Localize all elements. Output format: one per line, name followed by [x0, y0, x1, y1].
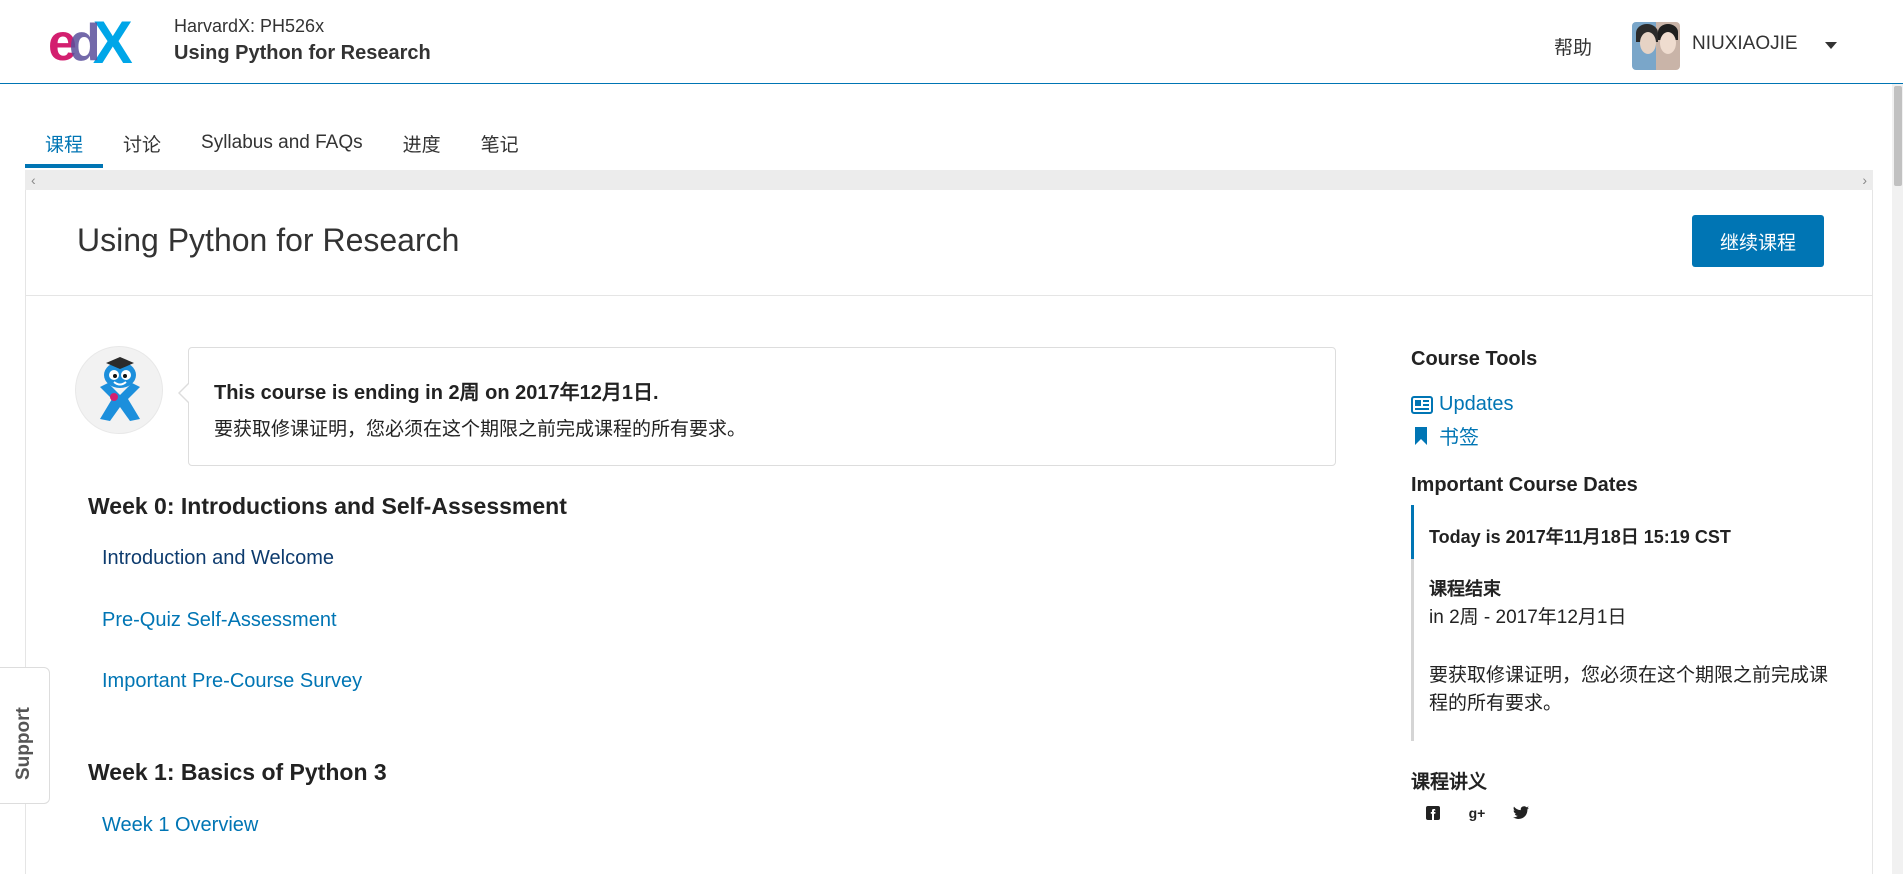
page-scrollbar-track[interactable]	[1892, 84, 1903, 874]
tab-progress[interactable]: 进度	[383, 118, 461, 168]
course-org: HarvardX: PH526x	[174, 16, 325, 36]
resume-course-button[interactable]: 继续课程	[1692, 215, 1824, 267]
tab-syllabus[interactable]: Syllabus and FAQs	[181, 118, 383, 168]
certificate-requirement-text: 要获取修课证明，您必须在这个期限之前完成课程的所有要求。	[214, 418, 747, 440]
facebook-icon[interactable]	[1424, 804, 1442, 822]
help-link[interactable]: 帮助	[1554, 33, 1592, 60]
site-header: edX HarvardX: PH526x Using Python for Re…	[0, 0, 1903, 84]
avatar[interactable]	[1632, 22, 1680, 70]
page-header: Using Python for Research 继续课程	[26, 190, 1872, 296]
caret-down-icon	[1825, 41, 1837, 49]
course-tabs: 课程 讨论 Syllabus and FAQs 进度 笔记	[25, 118, 539, 168]
updates-link[interactable]: Updates	[1411, 393, 1514, 416]
subsection-link[interactable]: Introduction and Welcome	[102, 547, 334, 570]
support-tab[interactable]: Support	[0, 667, 50, 804]
horizontal-scroller[interactable]: ‹ ›	[25, 170, 1873, 190]
course-dates: Today is 2017年11月18日 15:19 CST 课程结束 in 2…	[1411, 505, 1831, 741]
edx-logo[interactable]: edX	[48, 13, 152, 73]
today-marker	[1411, 505, 1414, 559]
course-end-description: 要获取修课证明，您必须在这个期限之前完成课程的所有要求。	[1429, 664, 1829, 714]
tab-discussion[interactable]: 讨论	[103, 118, 181, 168]
section-title-week-1[interactable]: Week 1: Basics of Python 3	[88, 759, 387, 786]
section-title-week-0[interactable]: Week 0: Introductions and Self-Assessmen…	[88, 493, 567, 520]
scroll-left-icon[interactable]: ‹	[31, 172, 36, 188]
course-name: Using Python for Research	[174, 42, 431, 64]
newspaper-icon	[1411, 395, 1433, 414]
bookmark-icon	[1411, 426, 1433, 445]
welcome-message: This course is ending in 2周 on 2017年12月1…	[178, 347, 1336, 466]
support-tab-label: Support	[13, 707, 34, 780]
google-plus-icon[interactable]: g+	[1468, 804, 1486, 822]
tab-notes[interactable]: 笔记	[461, 118, 539, 168]
subsection-link[interactable]: Pre-Quiz Self-Assessment	[102, 609, 337, 632]
page-scrollbar-thumb[interactable]	[1894, 86, 1902, 186]
course-ending-notice: This course is ending in 2周 on 2017年12月1…	[214, 382, 659, 404]
scroll-right-icon[interactable]: ›	[1862, 172, 1867, 188]
twitter-icon[interactable]	[1512, 804, 1530, 822]
user-menu-toggle[interactable]	[1822, 38, 1840, 52]
handouts-heading: 课程讲义	[1411, 771, 1488, 793]
course-end-date: in 2周 - 2017年12月1日	[1429, 607, 1627, 628]
mascot-icon	[75, 346, 163, 434]
today-date: Today is 2017年11月18日 15:19 CST	[1429, 527, 1731, 547]
course-end-label: 课程结束	[1429, 579, 1501, 600]
bookmarks-link[interactable]: 书签	[1411, 421, 1479, 450]
bookmarks-label: 书签	[1439, 425, 1479, 449]
subsection-link[interactable]: Week 1 Overview	[102, 814, 258, 837]
tab-course[interactable]: 课程	[25, 118, 104, 168]
course-tools-heading: Course Tools	[1411, 348, 1538, 370]
page-title: Using Python for Research	[77, 222, 460, 258]
important-dates-heading: Important Course Dates	[1411, 474, 1638, 496]
subsection-link[interactable]: Important Pre-Course Survey	[102, 670, 362, 693]
updates-label: Updates	[1439, 393, 1514, 415]
username[interactable]: NIUXIAOJIE	[1692, 33, 1798, 55]
